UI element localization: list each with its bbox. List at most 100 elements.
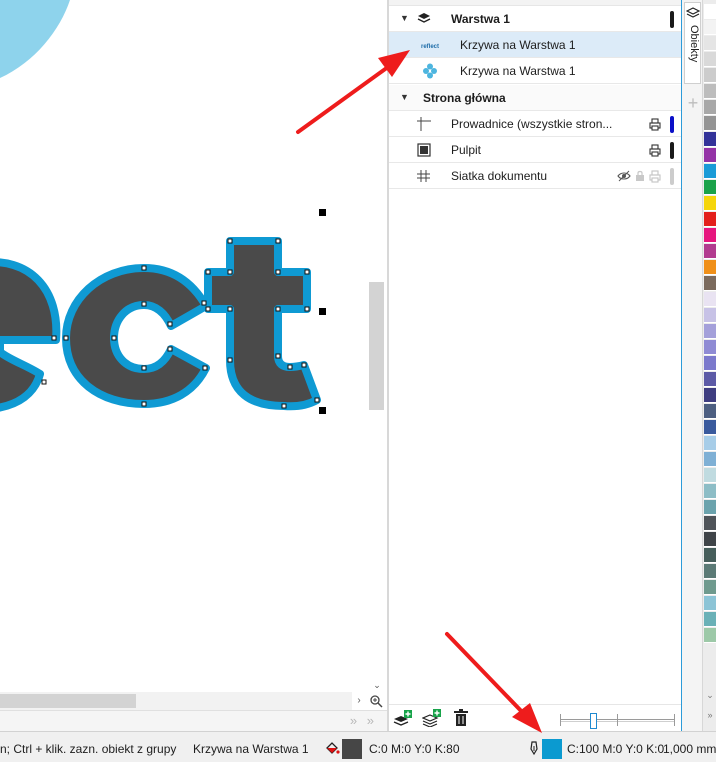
palette-swatch[interactable] bbox=[704, 484, 716, 499]
layer-row[interactable]: ▼ Warstwa 1 bbox=[389, 6, 681, 32]
scroll-right-button[interactable]: › bbox=[352, 694, 366, 708]
palette-swatch[interactable] bbox=[704, 116, 716, 131]
drawing-canvas[interactable]: ⌄ › bbox=[0, 0, 387, 711]
page-navigator: » » bbox=[0, 710, 387, 731]
layer-name[interactable]: Warstwa 1 bbox=[451, 12, 510, 26]
outline-width: 1,000 mm bbox=[663, 742, 716, 756]
eye-icon[interactable] bbox=[617, 169, 631, 183]
printer-icon[interactable] bbox=[648, 117, 662, 131]
palette-swatch[interactable] bbox=[704, 404, 716, 419]
guides-layer-row[interactable]: Prowadnice (wszystkie stron... bbox=[389, 111, 681, 137]
palette-scroll-end-button[interactable]: » bbox=[704, 708, 716, 722]
palette-swatch[interactable] bbox=[704, 84, 716, 99]
scroll-down-button[interactable]: ⌄ bbox=[369, 678, 385, 692]
desktop-icon bbox=[417, 143, 431, 157]
svg-text:reflect: reflect bbox=[421, 44, 439, 50]
palette-swatch[interactable] bbox=[704, 372, 716, 387]
palette-swatch[interactable] bbox=[704, 564, 716, 579]
palette-swatch[interactable] bbox=[704, 580, 716, 595]
palette-swatch[interactable] bbox=[704, 436, 716, 451]
palette-swatch[interactable] bbox=[704, 132, 716, 147]
fill-color-value: C:0 M:0 Y:0 K:80 bbox=[369, 742, 460, 756]
zoom-slider-knob[interactable] bbox=[590, 713, 597, 729]
new-layer-icon[interactable] bbox=[393, 709, 413, 727]
docker-tabs: Obiekty + bbox=[681, 0, 703, 731]
slider-tick bbox=[560, 714, 561, 726]
palette-swatch[interactable] bbox=[704, 516, 716, 531]
grid-layer-row[interactable]: Siatka dokumentu bbox=[389, 163, 681, 189]
grid-layer-label[interactable]: Siatka dokumentu bbox=[451, 169, 547, 183]
objects-tab[interactable]: Obiekty bbox=[684, 2, 701, 84]
palette-swatch[interactable] bbox=[704, 468, 716, 483]
status-hint: n; Ctrl + klik. zazn. obiekt z grupy bbox=[0, 742, 177, 756]
palette-swatch[interactable] bbox=[704, 148, 716, 163]
palette-swatch[interactable] bbox=[704, 596, 716, 611]
master-page-name[interactable]: Strona główna bbox=[423, 91, 506, 105]
palette-swatch[interactable] bbox=[704, 228, 716, 243]
grid-icon bbox=[417, 170, 430, 182]
guides-color-bar bbox=[670, 116, 674, 133]
desktop-layer-label[interactable]: Pulpit bbox=[451, 143, 481, 157]
palette-swatch[interactable] bbox=[704, 276, 716, 291]
vertical-scrollbar-thumb[interactable] bbox=[369, 282, 384, 410]
palette-swatch[interactable] bbox=[704, 4, 716, 19]
palette-swatch[interactable] bbox=[704, 532, 716, 547]
palette-swatch[interactable] bbox=[704, 628, 716, 643]
palette-swatch[interactable] bbox=[704, 52, 716, 67]
reflect-thumbnail: reflect bbox=[421, 44, 439, 50]
palette-swatch[interactable] bbox=[704, 196, 716, 211]
palette-swatch[interactable] bbox=[704, 356, 716, 371]
slider-tick bbox=[617, 714, 618, 726]
palette-swatch[interactable] bbox=[704, 612, 716, 627]
page-nav-arrows[interactable]: » » bbox=[350, 713, 377, 728]
palette-swatch[interactable] bbox=[704, 244, 716, 259]
palette-swatch[interactable] bbox=[704, 100, 716, 115]
zoom-icon[interactable] bbox=[369, 694, 383, 708]
lock-icon[interactable] bbox=[633, 169, 647, 183]
palette-swatch[interactable] bbox=[704, 548, 716, 563]
add-docker-button[interactable]: + bbox=[685, 94, 701, 112]
printer-icon[interactable] bbox=[648, 169, 662, 183]
object-row[interactable]: Krzywa na Warstwa 1 bbox=[389, 58, 681, 84]
printer-icon[interactable] bbox=[648, 143, 662, 157]
guides-icon bbox=[417, 117, 431, 131]
status-bar: n; Ctrl + klik. zazn. obiekt z grupy Krz… bbox=[0, 731, 716, 762]
palette-swatch[interactable] bbox=[704, 340, 716, 355]
artwork[interactable] bbox=[0, 0, 387, 711]
slider-tick bbox=[674, 714, 675, 726]
palette-swatch[interactable] bbox=[704, 36, 716, 51]
palette-swatch[interactable] bbox=[704, 292, 716, 307]
object-label[interactable]: Krzywa na Warstwa 1 bbox=[460, 38, 576, 52]
fill-color-swatch[interactable] bbox=[342, 739, 362, 759]
palette-scroll-down-button[interactable]: ⌄ bbox=[704, 688, 716, 702]
guides-layer-label[interactable]: Prowadnice (wszystkie stron... bbox=[451, 117, 612, 131]
layers-icon bbox=[686, 7, 700, 18]
palette-swatch[interactable] bbox=[704, 180, 716, 195]
new-master-layer-icon[interactable] bbox=[422, 709, 442, 727]
palette-swatch[interactable] bbox=[704, 452, 716, 467]
desktop-color-bar bbox=[670, 142, 674, 159]
master-page-row[interactable]: ▼ Strona główna bbox=[389, 85, 681, 111]
desktop-layer-row[interactable]: Pulpit bbox=[389, 137, 681, 163]
objects-tab-label[interactable]: Obiekty bbox=[686, 25, 700, 62]
palette-swatch[interactable] bbox=[704, 20, 716, 35]
delete-icon[interactable] bbox=[451, 709, 471, 727]
expand-icon[interactable]: ▼ bbox=[400, 92, 409, 102]
palette-swatch[interactable] bbox=[704, 308, 716, 323]
palette-swatch[interactable] bbox=[704, 500, 716, 515]
outline-color-swatch[interactable] bbox=[542, 739, 562, 759]
palette-swatch[interactable] bbox=[704, 420, 716, 435]
palette-swatch[interactable] bbox=[704, 388, 716, 403]
selection-handles bbox=[319, 209, 326, 414]
horizontal-scrollbar-thumb[interactable] bbox=[0, 694, 136, 708]
expand-icon[interactable]: ▼ bbox=[400, 13, 409, 23]
palette-swatch[interactable] bbox=[704, 164, 716, 179]
palette-swatch[interactable] bbox=[704, 212, 716, 227]
palette-swatch[interactable] bbox=[704, 68, 716, 83]
palette-swatch[interactable] bbox=[704, 260, 716, 275]
object-label[interactable]: Krzywa na Warstwa 1 bbox=[460, 64, 576, 78]
objects-toolbar bbox=[389, 704, 681, 731]
palette-swatch[interactable] bbox=[704, 324, 716, 339]
object-row-selected[interactable]: reflect Krzywa na Warstwa 1 bbox=[389, 32, 681, 58]
grid-color-bar bbox=[670, 168, 674, 185]
